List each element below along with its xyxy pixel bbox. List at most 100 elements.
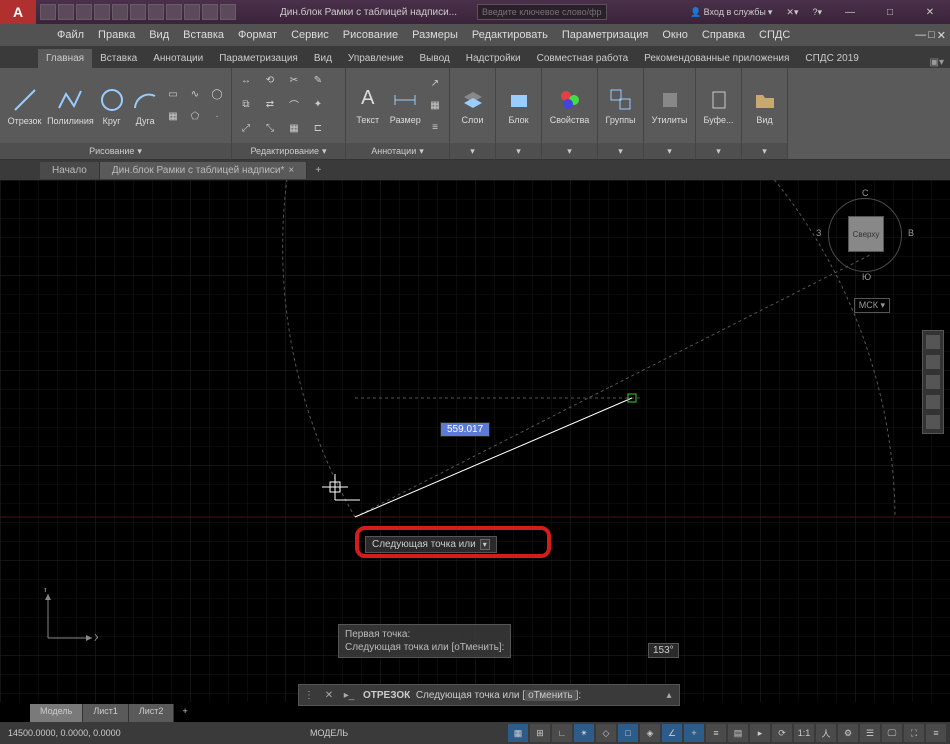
panel-draw-title[interactable]: Рисование▾ <box>0 143 231 159</box>
close-button[interactable]: ✕ <box>910 0 950 24</box>
menu-modify[interactable]: Редактировать <box>465 24 555 46</box>
mirror-icon[interactable]: ⇄ <box>260 95 280 115</box>
minimize-button[interactable]: — <box>830 0 870 24</box>
drawing-canvas[interactable]: /* grid drawn by css-only repeating bg w… <box>0 180 950 702</box>
sb-ws-icon[interactable]: ☰ <box>860 724 880 742</box>
search-input[interactable] <box>477 4 607 20</box>
ribbon-tab-param[interactable]: Параметризация <box>211 49 306 68</box>
sb-custom-icon[interactable]: ≡ <box>926 724 946 742</box>
menu-file[interactable]: Файл <box>50 24 91 46</box>
menu-insert[interactable]: Вставка <box>176 24 231 46</box>
menu-tools[interactable]: Сервис <box>284 24 336 46</box>
sb-grid-icon[interactable]: ▦ <box>508 724 528 742</box>
menu-param[interactable]: Параметризация <box>555 24 655 46</box>
move-icon[interactable]: ↔ <box>236 71 256 91</box>
line-button[interactable]: Отрезок <box>4 71 45 141</box>
sb-cycle-icon[interactable]: ⟳ <box>772 724 792 742</box>
exchange-icon[interactable]: ✕▾ <box>782 4 802 20</box>
doc-tab-add[interactable]: + <box>307 165 329 176</box>
ribbon-collapse-icon[interactable]: ▣▾ <box>924 57 950 68</box>
app-logo[interactable]: A <box>0 0 36 24</box>
status-model-label[interactable]: МОДЕЛЬ <box>200 728 508 738</box>
sb-polar-icon[interactable]: ✴ <box>574 724 594 742</box>
ribbon-tab-collab[interactable]: Совместная работа <box>529 49 637 68</box>
tab-add[interactable]: + <box>174 704 195 722</box>
nav-wheel-icon[interactable] <box>926 335 940 349</box>
spline-icon[interactable]: ∿ <box>185 85 205 105</box>
sb-osnap-icon[interactable]: □ <box>618 724 638 742</box>
tab-layout1[interactable]: Лист1 <box>83 704 129 722</box>
ucs-label[interactable]: МСК ▾ <box>854 298 890 313</box>
qat-saveas-icon[interactable] <box>94 4 110 20</box>
login-button[interactable]: 👤Вход в службы▾ <box>686 4 776 20</box>
sb-monitor-icon[interactable]: 🖵 <box>882 724 902 742</box>
viewcube-e[interactable]: В <box>908 228 914 238</box>
copy-icon[interactable]: ⧉ <box>236 95 256 115</box>
doc-tab-current[interactable]: Дин.блок Рамки с таблицей надписи*× <box>100 162 307 179</box>
sb-clean-icon[interactable]: ⛶ <box>904 724 924 742</box>
panel-modify-title[interactable]: Редактирование▾ <box>232 143 345 159</box>
arc-button[interactable]: Дуга <box>129 71 161 141</box>
doc-tab-home[interactable]: Начало <box>40 162 100 179</box>
menu-draw[interactable]: Рисование <box>336 24 405 46</box>
dynamic-prompt[interactable]: Следующая точка или ▾ <box>365 536 497 553</box>
groups-button[interactable]: Группы <box>602 87 639 125</box>
qat-new-icon[interactable] <box>40 4 56 20</box>
ribbon-tab-output[interactable]: Вывод <box>412 49 458 68</box>
trim-icon[interactable]: ✂ <box>284 71 304 91</box>
viewcube[interactable]: Сверху С Ю З В <box>820 190 910 280</box>
array-icon[interactable]: ▦ <box>284 119 304 139</box>
stretch-icon[interactable]: ⤢ <box>236 119 256 139</box>
qat-redo-icon[interactable] <box>148 4 164 20</box>
viewcube-w[interactable]: З <box>816 228 821 238</box>
ribbon-tab-manage[interactable]: Управление <box>340 49 412 68</box>
menu-edit[interactable]: Правка <box>91 24 142 46</box>
qat-extra1-icon[interactable] <box>184 4 200 20</box>
menu-help[interactable]: Справка <box>695 24 752 46</box>
menu-window[interactable]: Окно <box>655 24 695 46</box>
sb-ann-icon[interactable]: 人 <box>816 724 836 742</box>
mtext-icon[interactable]: ≡ <box>425 118 445 138</box>
ribbon-tab-insert[interactable]: Вставка <box>92 49 145 68</box>
qat-open-icon[interactable] <box>58 4 74 20</box>
nav-pan-icon[interactable] <box>926 355 940 369</box>
explode-icon[interactable]: ✦ <box>308 95 328 115</box>
viewcube-s[interactable]: Ю <box>862 272 871 282</box>
sb-tr-icon[interactable]: ▤ <box>728 724 748 742</box>
close-icon[interactable]: × <box>288 165 294 176</box>
ribbon-tab-view[interactable]: Вид <box>306 49 340 68</box>
nav-showmotion-icon[interactable] <box>926 415 940 429</box>
polygon-icon[interactable]: ⬠ <box>185 107 205 127</box>
view-button[interactable]: Вид <box>746 87 783 125</box>
sb-scale-icon[interactable]: 1:1 <box>794 724 814 742</box>
mdi-restore-icon[interactable]: □ <box>928 29 935 42</box>
maximize-button[interactable]: □ <box>870 0 910 24</box>
mdi-close-icon[interactable]: ✕ <box>937 29 946 42</box>
dynamic-length-input[interactable]: 559.017 <box>440 422 490 437</box>
menu-view[interactable]: Вид <box>142 24 176 46</box>
qat-extra2-icon[interactable] <box>202 4 218 20</box>
block-button[interactable]: Блок <box>500 87 537 125</box>
qat-print-icon[interactable] <box>112 4 128 20</box>
help-icon[interactable]: ?▾ <box>808 4 826 20</box>
viewcube-n[interactable]: С <box>862 188 869 198</box>
menu-dim[interactable]: Размеры <box>405 24 465 46</box>
props-button[interactable]: Свойства <box>546 87 593 125</box>
scale-icon[interactable]: ⤡ <box>260 119 280 139</box>
ribbon-tab-spds[interactable]: СПДС 2019 <box>797 49 866 68</box>
erase-icon[interactable]: ✎ <box>308 71 328 91</box>
mdi-minimize-icon[interactable]: — <box>915 29 926 42</box>
menu-spds[interactable]: СПДС <box>752 24 797 46</box>
sb-iso-icon[interactable]: ◇ <box>596 724 616 742</box>
sb-gear-icon[interactable]: ⚙ <box>838 724 858 742</box>
table-icon[interactable]: ▦ <box>425 96 445 116</box>
fillet-icon[interactable]: ⌒ <box>284 95 304 115</box>
command-line[interactable]: ⋮ ✕ ▸_ ОТРЕЗОК Следующая точка или [оТме… <box>298 684 680 706</box>
ribbon-tab-addin[interactable]: Надстройки <box>458 49 529 68</box>
nav-zoom-icon[interactable] <box>926 375 940 389</box>
utils-button[interactable]: Утилиты <box>648 87 691 125</box>
nav-orbit-icon[interactable] <box>926 395 940 409</box>
dim-button[interactable]: Размер <box>388 87 424 125</box>
sb-ortho-icon[interactable]: ∟ <box>552 724 572 742</box>
qat-undo-icon[interactable] <box>130 4 146 20</box>
